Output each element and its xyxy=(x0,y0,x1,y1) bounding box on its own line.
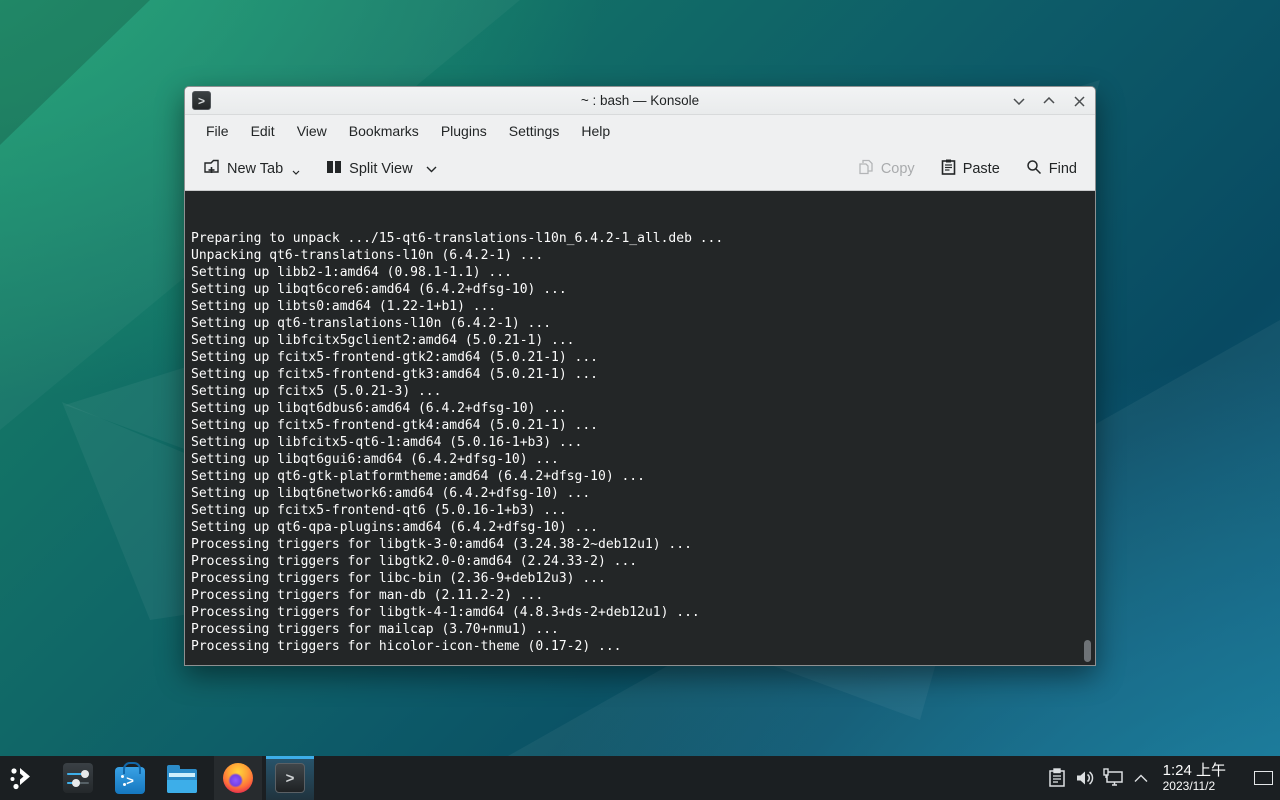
titlebar[interactable]: > ~ : bash — Konsole xyxy=(185,87,1095,115)
terminal-line: Processing triggers for mailcap (3.70+nm… xyxy=(191,621,1095,638)
system-settings-launcher[interactable] xyxy=(56,756,100,800)
terminal-line: Processing triggers for libgtk-3-0:amd64… xyxy=(191,536,1095,553)
terminal-line: Setting up libts0:amd64 (1.22-1+b1) ... xyxy=(191,298,1095,315)
kickoff-icon xyxy=(8,764,36,792)
show-desktop-icon xyxy=(1254,771,1273,785)
split-view-icon xyxy=(326,159,342,179)
copy-button[interactable]: Copy xyxy=(854,153,919,185)
terminal-line: Setting up libqt6core6:amd64 (6.4.2+dfsg… xyxy=(191,281,1095,298)
menu-item[interactable]: Help xyxy=(570,119,621,143)
menu-item[interactable]: Bookmarks xyxy=(338,119,430,143)
terminal-line: Processing triggers for libc-bin (2.36-9… xyxy=(191,570,1095,587)
menu-item[interactable]: Plugins xyxy=(430,119,498,143)
konsole-window: > ~ : bash — Konsole FileEditViewBookmar… xyxy=(184,86,1096,666)
terminal-line: Setting up libfcitx5-qt6-1:amd64 (5.0.16… xyxy=(191,434,1095,451)
terminal-line: Setting up fcitx5 (5.0.21-3) ... xyxy=(191,383,1095,400)
taskbar: > > xyxy=(0,756,1280,800)
paste-icon xyxy=(941,159,956,179)
application-launcher-button[interactable] xyxy=(0,756,44,800)
paste-label: Paste xyxy=(963,161,1000,177)
firefox-icon xyxy=(223,763,253,793)
konsole-icon: > xyxy=(275,763,305,793)
folder-icon xyxy=(167,769,197,793)
window-title: ~ : bash — Konsole xyxy=(581,93,699,108)
new-tab-label: New Tab xyxy=(227,161,283,177)
digital-clock[interactable]: 1:24 上午 2023/11/2 xyxy=(1163,763,1226,793)
menubar: FileEditViewBookmarksPluginsSettingsHelp xyxy=(185,115,1095,147)
window-controls xyxy=(1011,87,1087,115)
system-tray: 1:24 上午 2023/11/2 xyxy=(1043,756,1280,800)
task-button-firefox[interactable] xyxy=(214,756,262,800)
terminal-line: Setting up libfcitx5gclient2:amd64 (5.0.… xyxy=(191,332,1095,349)
find-button[interactable]: Find xyxy=(1022,153,1081,185)
copy-label: Copy xyxy=(881,161,915,177)
terminal-line: Setting up fcitx5-frontend-gtk2:amd64 (5… xyxy=(191,349,1095,366)
paste-button[interactable]: Paste xyxy=(937,153,1004,185)
terminal-line: Processing triggers for libgtk2.0-0:amd6… xyxy=(191,553,1095,570)
terminal-line: Unpacking qt6-translations-l10n (6.4.2-1… xyxy=(191,247,1095,264)
terminal-line: Setting up libqt6gui6:amd64 (6.4.2+dfsg-… xyxy=(191,451,1095,468)
terminal-line: Setting up libqt6network6:amd64 (6.4.2+d… xyxy=(191,485,1095,502)
terminal-lines: Preparing to unpack .../15-qt6-translati… xyxy=(191,230,1095,655)
menu-item[interactable]: Edit xyxy=(240,119,286,143)
toolbar-right-group: Copy Paste xyxy=(854,153,1081,185)
terminal-line: Setting up libqt6dbus6:amd64 (6.4.2+dfsg… xyxy=(191,400,1095,417)
expand-tray-chevron-up-icon[interactable] xyxy=(1127,756,1155,800)
terminal-line: Setting up qt6-gtk-platformtheme:amd64 (… xyxy=(191,468,1095,485)
terminal-line: Setting up fcitx5-frontend-gtk3:amd64 (5… xyxy=(191,366,1095,383)
close-icon[interactable] xyxy=(1071,93,1087,109)
terminal-output[interactable]: Preparing to unpack .../15-qt6-translati… xyxy=(185,191,1095,666)
clock-date: 2023/11/2 xyxy=(1163,780,1226,793)
find-label: Find xyxy=(1049,161,1077,177)
terminal-line: Processing triggers for hicolor-icon-the… xyxy=(191,638,1095,655)
terminal-line: Setting up qt6-translations-l10n (6.4.2-… xyxy=(191,315,1095,332)
terminal-line: Setting up fcitx5-frontend-gtk4:amd64 (5… xyxy=(191,417,1095,434)
terminal-line: Processing triggers for man-db (2.11.2-2… xyxy=(191,587,1095,604)
toolbar: New Tab Split View xyxy=(185,147,1095,191)
copy-icon xyxy=(858,159,874,179)
network-icon[interactable] xyxy=(1099,756,1127,800)
terminal-line: Setting up qt6-qpa-plugins:amd64 (6.4.2+… xyxy=(191,519,1095,536)
clipboard-icon[interactable] xyxy=(1043,756,1071,800)
terminal-line: Setting up fcitx5-frontend-qt6 (5.0.16-1… xyxy=(191,502,1095,519)
new-tab-button[interactable]: New Tab xyxy=(199,152,304,185)
konsole-app-icon: > xyxy=(192,91,211,110)
discover-icon: > xyxy=(115,767,145,794)
split-view-label: Split View xyxy=(349,161,412,177)
new-tab-icon xyxy=(203,158,220,179)
task-button-konsole[interactable]: > xyxy=(266,756,314,800)
menu-item[interactable]: Settings xyxy=(498,119,571,143)
terminal-line: Preparing to unpack .../15-qt6-translati… xyxy=(191,230,1095,247)
minimize-icon[interactable] xyxy=(1011,93,1027,109)
volume-icon[interactable] xyxy=(1071,756,1099,800)
show-desktop-button[interactable] xyxy=(1246,756,1280,800)
discover-arrow-glyph: > xyxy=(126,773,134,788)
menu-item[interactable]: File xyxy=(195,119,240,143)
find-icon xyxy=(1026,159,1042,179)
clock-time: 1:24 上午 xyxy=(1163,763,1226,780)
system-settings-icon xyxy=(63,763,93,793)
discover-launcher[interactable]: > xyxy=(108,756,152,800)
terminal-line: Processing triggers for libgtk-4-1:amd64… xyxy=(191,604,1095,621)
new-tab-chevron-down-icon xyxy=(292,163,300,179)
dolphin-launcher[interactable] xyxy=(160,756,204,800)
terminal-scrollbar[interactable] xyxy=(1084,640,1091,662)
terminal-line: Setting up libb2-1:amd64 (0.98.1-1.1) ..… xyxy=(191,264,1095,281)
split-view-chevron-down-icon xyxy=(426,161,437,177)
menu-item[interactable]: View xyxy=(286,119,338,143)
maximize-icon[interactable] xyxy=(1041,93,1057,109)
split-view-button[interactable]: Split View xyxy=(322,153,440,185)
